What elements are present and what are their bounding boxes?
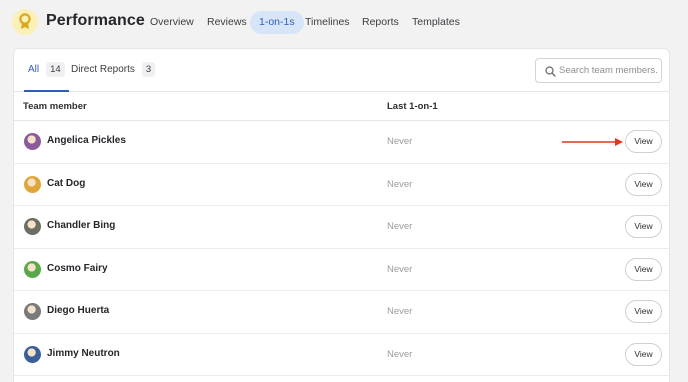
last-1-on-1-value: Never: [387, 136, 413, 147]
search-input[interactable]: [559, 62, 659, 79]
team-member-name: Angelica Pickles: [47, 135, 126, 146]
page-title: Performance: [46, 12, 145, 29]
table-row[interactable]: Cosmo Fairy Never View: [14, 249, 669, 291]
table-row[interactable]: Chandler Bing Never View: [14, 206, 669, 249]
nav-reviews[interactable]: Reviews: [207, 11, 247, 34]
tab-all-count: 14: [46, 62, 65, 77]
tab-direct-reports-count: 3: [141, 62, 156, 77]
column-header-team-member[interactable]: Team member: [23, 101, 87, 112]
last-1-on-1-value: Never: [387, 221, 413, 232]
annotation-arrow-icon: [562, 138, 623, 146]
nav-1-on-1s[interactable]: 1-on-1s: [250, 11, 304, 34]
team-members-card: All 14 Direct Reports 3 Team member Last 1…: [13, 48, 670, 382]
last-1-on-1-value: Never: [387, 306, 413, 317]
filter-tabs: All 14 Direct Reports 3: [14, 49, 669, 92]
table-row[interactable]: Diego Huerta Never View: [14, 291, 669, 334]
table-row[interactable]: Cat Dog Never View: [14, 164, 669, 206]
last-1-on-1-value: Never: [387, 178, 413, 190]
nav-reports[interactable]: Reports: [362, 11, 399, 34]
team-member-name: Diego Huerta: [47, 305, 110, 316]
table-header: Team member Last 1-on-1: [14, 92, 669, 121]
table-row[interactable]: Jimmy Neutron Never View: [14, 334, 669, 376]
performance-logo-icon: [12, 9, 38, 35]
view-button[interactable]: View: [625, 215, 662, 238]
last-1-on-1-value: Never: [387, 263, 413, 275]
team-member-name: Chandler Bing: [47, 220, 116, 231]
tab-direct-reports-label: Direct Reports: [71, 64, 135, 75]
team-member-list: Angelica Pickles Never View Cat Dog Never Vie…: [14, 121, 669, 376]
column-header-last-1-on-1[interactable]: Last 1-on-1: [387, 101, 438, 112]
team-member-name: Jimmy Neutron: [47, 347, 120, 359]
view-button[interactable]: View: [625, 130, 662, 153]
avatar: [24, 133, 41, 150]
team-member-name: Cat Dog: [47, 177, 86, 189]
avatar: [24, 175, 41, 193]
avatar: [24, 345, 41, 363]
view-button[interactable]: View: [625, 172, 662, 196]
last-1-on-1-value: Never: [387, 348, 413, 360]
nav-overview[interactable]: Overview: [150, 11, 194, 34]
view-button[interactable]: View: [625, 257, 662, 281]
view-button[interactable]: View: [625, 342, 662, 366]
avatar: [24, 260, 41, 278]
avatar: [24, 218, 41, 235]
nav-timelines[interactable]: Timelines: [305, 11, 350, 34]
tab-direct-reports[interactable]: Direct Reports 3: [71, 49, 156, 92]
search-icon: [545, 66, 556, 77]
tab-all-label: All: [28, 64, 40, 75]
team-member-name: Cosmo Fairy: [47, 262, 108, 274]
table-row[interactable]: Angelica Pickles Never View: [14, 121, 669, 164]
avatar: [24, 303, 41, 320]
view-button[interactable]: View: [625, 300, 662, 323]
top-bar: Performance Overview Reviews 1-on-1s Tim…: [0, 0, 688, 46]
nav-templates[interactable]: Templates: [412, 11, 460, 34]
search-box[interactable]: [535, 58, 662, 83]
tab-all[interactable]: All 14: [24, 49, 69, 92]
